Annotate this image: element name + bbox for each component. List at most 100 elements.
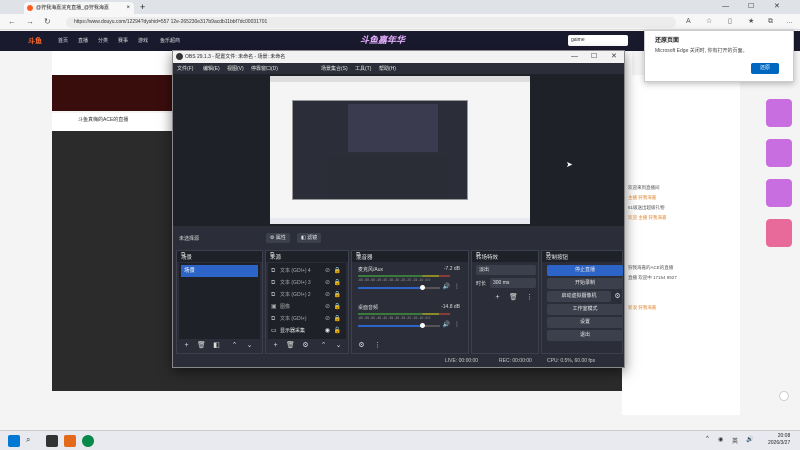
header-banner[interactable]: 斗鱼嘉年华	[360, 33, 405, 46]
undock-icon[interactable]: ⧉	[181, 252, 259, 259]
virtual-camera-settings-icon[interactable]: ⚙	[612, 292, 623, 302]
menu-scene-collection[interactable]: 场景集合(S)	[321, 65, 348, 72]
ime-indicator[interactable]: 英	[732, 436, 738, 445]
move-up-icon[interactable]: ⌃	[229, 341, 240, 351]
url-field[interactable]: https://www.douyu.com/12294?dyshid=557 1…	[66, 17, 676, 28]
menu-tools[interactable]: 工具(T)	[355, 65, 371, 72]
transition-menu-icon[interactable]: ⋮	[524, 293, 535, 303]
mixer-settings-icon[interactable]: ⚙	[356, 341, 367, 351]
scene-item[interactable]: 场景	[181, 265, 258, 277]
volume-slider[interactable]	[358, 325, 423, 327]
volume-knob[interactable]	[420, 285, 425, 290]
visibility-icon[interactable]: ⊘	[325, 277, 330, 289]
settings-button[interactable]: 设置	[547, 317, 623, 328]
visibility-icon[interactable]: ⊘	[325, 301, 330, 313]
exit-button[interactable]: 退出	[547, 330, 623, 341]
undock-icon[interactable]: ⧉	[476, 252, 535, 259]
favorites-icon[interactable]: ★	[748, 17, 754, 27]
refresh-icon[interactable]: ↻	[44, 17, 51, 27]
visibility-icon[interactable]: ◉	[325, 325, 330, 337]
lock-icon[interactable]: 🔒	[334, 277, 341, 289]
lock-icon[interactable]: 🔒	[334, 289, 341, 301]
scene-filters-icon[interactable]: ◧	[211, 341, 222, 351]
source-item[interactable]: ⧉ 文本 (GDI+) 3 ⊘ 🔒	[270, 277, 344, 289]
unlock-icon[interactable]: 🔓	[334, 325, 341, 337]
preview-canvas[interactable]	[270, 76, 530, 224]
menu-docks[interactable]: 停靠窗口(D)	[251, 65, 278, 72]
lock-icon[interactable]: 🔒	[334, 313, 341, 325]
scroll-top-button[interactable]	[779, 391, 789, 401]
douyu-app-icon[interactable]	[64, 435, 76, 447]
volume-slider-track[interactable]	[423, 325, 440, 327]
maximize-icon[interactable]: ☐	[748, 2, 754, 12]
start-icon[interactable]	[8, 435, 20, 447]
move-up-icon[interactable]: ⌃	[318, 341, 329, 351]
nav-games[interactable]: 游戏	[138, 37, 148, 44]
nav-live[interactable]: 直播	[78, 37, 88, 44]
menu-view[interactable]: 视图(V)	[227, 65, 244, 72]
remove-transition-icon[interactable]: 🗑	[508, 293, 519, 303]
restore-button[interactable]: 还原	[751, 63, 779, 74]
speaker-icon[interactable]: 🔊	[443, 283, 450, 290]
gift-icon[interactable]	[766, 99, 792, 127]
move-down-icon[interactable]: ⌄	[244, 341, 255, 351]
lock-icon[interactable]: 🔒	[334, 301, 341, 313]
obs-app-icon[interactable]	[46, 435, 58, 447]
edge-app-icon[interactable]	[82, 435, 94, 447]
menu-file[interactable]: 文件(F)	[177, 65, 193, 72]
undock-icon[interactable]: ⧉	[356, 252, 465, 259]
lock-icon[interactable]: 🔒	[334, 265, 341, 277]
volume-knob[interactable]	[420, 323, 425, 328]
visibility-icon[interactable]: ⊘	[325, 265, 330, 277]
split-screen-icon[interactable]: ▯	[728, 17, 732, 27]
menu-help[interactable]: 帮助(H)	[379, 65, 396, 72]
read-aloud-icon[interactable]: A	[686, 17, 691, 27]
network-icon[interactable]: ◉	[718, 436, 723, 443]
obs-minimize-icon[interactable]: —	[571, 52, 578, 62]
filters-button[interactable]: ◧ 滤镜	[297, 233, 322, 243]
source-settings-icon[interactable]: ⚙	[300, 341, 311, 351]
close-window-icon[interactable]: ✕	[774, 2, 780, 12]
studio-mode-button[interactable]: 工作室模式	[547, 304, 623, 315]
close-tab-icon[interactable]: ×	[126, 2, 130, 14]
source-item[interactable]: ⧉ 文本 (GDI+) 2 ⊘ 🔒	[270, 289, 344, 301]
collections-icon[interactable]: ⧉	[768, 17, 773, 27]
stop-streaming-button[interactable]: 停止直播	[547, 265, 623, 276]
nav-home[interactable]: 首页	[58, 37, 68, 44]
undock-icon[interactable]: ⧉	[270, 252, 345, 259]
forward-icon[interactable]: →	[26, 17, 34, 27]
nav-shop[interactable]: 鱼乐超商	[160, 37, 180, 44]
visibility-icon[interactable]: ⊘	[325, 313, 330, 325]
gift-icon[interactable]	[766, 179, 792, 207]
source-item[interactable]: ▣ 图像 ⊘ 🔒	[270, 301, 344, 313]
volume-slider-track[interactable]	[423, 287, 440, 289]
remove-scene-icon[interactable]: 🗑	[196, 341, 207, 351]
properties-button[interactable]: ⚙ 属性	[266, 233, 290, 243]
more-options-icon[interactable]: ⋮	[454, 321, 460, 328]
volume-icon[interactable]: 🔊	[746, 436, 753, 443]
new-tab-button[interactable]: +	[140, 2, 145, 12]
move-down-icon[interactable]: ⌄	[333, 341, 344, 351]
clock[interactable]: 20:08 2026/3/27	[768, 433, 790, 447]
nav-category[interactable]: 分类	[98, 37, 108, 44]
source-item[interactable]: ⧉ 文本 (GDI+) 4 ⊘ 🔒	[270, 265, 344, 277]
obs-maximize-icon[interactable]: ☐	[591, 52, 597, 62]
visibility-icon[interactable]: ⊘	[325, 289, 330, 301]
more-icon[interactable]: …	[786, 17, 793, 27]
nav-events[interactable]: 赛事	[118, 37, 128, 44]
favorite-icon[interactable]: ☆	[706, 17, 712, 27]
tray-chevron-icon[interactable]: ^	[706, 436, 709, 442]
gift-icon[interactable]	[766, 139, 792, 167]
gift-icon[interactable]	[766, 219, 792, 247]
start-recording-button[interactable]: 开始录制	[547, 278, 623, 289]
remove-source-icon[interactable]: 🗑	[285, 341, 296, 351]
douyu-search-input[interactable]: gaime	[568, 35, 628, 46]
transition-type-select[interactable]: 淡出	[476, 265, 536, 275]
duration-input[interactable]: 300 ms	[490, 278, 536, 288]
mixer-menu-icon[interactable]: ⋮	[372, 341, 383, 351]
add-scene-icon[interactable]: +	[181, 341, 192, 351]
back-icon[interactable]: ←	[8, 17, 16, 27]
more-options-icon[interactable]: ⋮	[454, 283, 460, 290]
menu-edit[interactable]: 编辑(E)	[203, 65, 220, 72]
volume-slider[interactable]	[358, 287, 423, 289]
